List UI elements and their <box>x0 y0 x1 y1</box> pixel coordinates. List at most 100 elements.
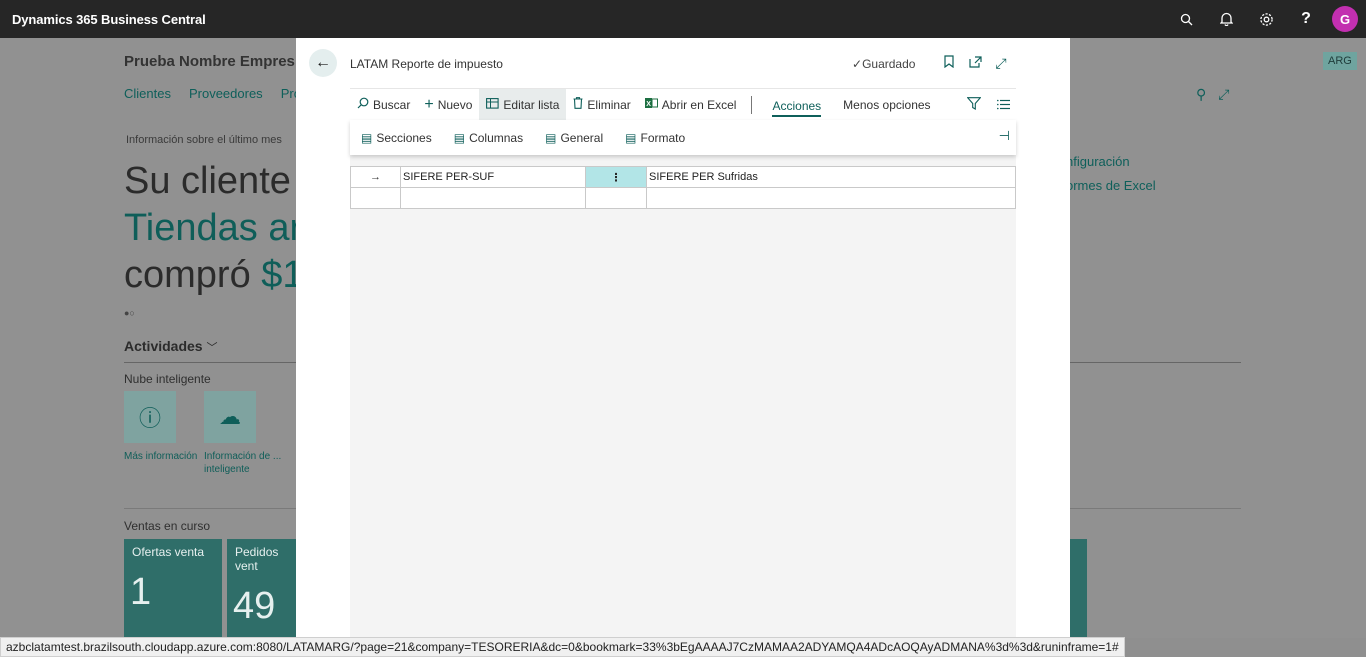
app-header: Dynamics 365 Business Central ? G <box>0 0 1366 38</box>
open-in-excel-button[interactable]: X Abrir en Excel <box>638 89 744 121</box>
search-icon[interactable] <box>1166 0 1206 38</box>
headline: Su cliente Tiendas ar compró $1 <box>124 158 304 299</box>
arrow-left-icon: ← <box>315 54 331 71</box>
open-in-excel-label: Abrir en Excel <box>661 97 737 112</box>
open-new-window-icon[interactable] <box>968 55 982 72</box>
divider <box>1070 508 1241 509</box>
toolbar-separator <box>751 95 753 114</box>
nube-heading: Nube inteligente <box>124 372 211 386</box>
bookmark-icon[interactable] <box>942 55 956 72</box>
list-page-dialog: ← LATAM Reporte de impuesto ✓Guardado ⤢ … <box>296 38 1070 638</box>
pin-icon[interactable]: ⚲ <box>1196 86 1206 103</box>
tile-label-line: Información de ... <box>204 451 282 462</box>
insight-label: Información sobre el último mes <box>126 134 282 146</box>
row-indicator[interactable] <box>350 187 401 209</box>
action-bar: Buscar + Nuevo Editar lista Eliminar X A… <box>350 88 1016 121</box>
tile-label-line: inteligente <box>204 464 250 475</box>
divider <box>124 508 296 509</box>
list-area: → SIFERE PER-SUF ⋮ SIFERE PER Sufridas <box>350 155 1016 638</box>
actividades-heading[interactable]: Actividades ﹀ <box>124 338 217 355</box>
page-title: LATAM Reporte de impuesto <box>350 57 503 71</box>
svg-text:X: X <box>646 101 651 108</box>
columns-button[interactable]: ▤ Columnas <box>443 131 534 145</box>
delete-button-label: Eliminar <box>587 97 631 112</box>
code-cell[interactable] <box>400 187 586 209</box>
delete-button[interactable]: Eliminar <box>566 89 637 121</box>
company-name: Prueba Nombre Empres <box>124 53 295 70</box>
cue-title: Ofertas venta <box>132 545 205 559</box>
back-button[interactable]: ← <box>309 49 337 77</box>
chevron-down-icon: ﹀ <box>206 342 218 354</box>
headline-line3-text: compró <box>124 254 262 296</box>
new-button[interactable]: + Nuevo <box>417 89 479 121</box>
cue-ofertas-venta[interactable]: Ofertas venta 1 <box>124 539 222 638</box>
general-button[interactable]: ▤ General <box>534 131 614 145</box>
bell-icon[interactable] <box>1206 0 1246 38</box>
headline-pager[interactable]: ●○ <box>124 308 135 318</box>
divider <box>1070 362 1241 363</box>
app-brand[interactable]: Dynamics 365 Business Central <box>12 12 206 27</box>
save-status-label: Guardado <box>862 57 916 71</box>
headline-line3: compró $1 <box>124 252 304 299</box>
row-menu-button[interactable] <box>585 187 647 209</box>
link-configuracion[interactable]: nfiguración <box>1066 154 1130 169</box>
more-vertical-icon: ⋮ <box>610 171 622 184</box>
description-cell[interactable]: SIFERE PER Sufridas <box>646 166 1016 188</box>
country-badge: ARG <box>1323 52 1357 70</box>
row-indicator[interactable]: → <box>350 166 401 188</box>
save-status: ✓Guardado <box>852 57 915 71</box>
cue-title: Pedidos vent <box>235 545 279 573</box>
columns-icon: ▤ <box>453 130 466 145</box>
format-button[interactable]: ▤ Formato <box>614 131 696 145</box>
headline-line1: Su cliente <box>124 160 291 202</box>
search-button[interactable]: Buscar <box>350 89 417 121</box>
edit-list-button-label: Editar lista <box>503 97 560 112</box>
divider <box>124 362 296 363</box>
code-cell[interactable]: SIFERE PER-SUF <box>400 166 586 188</box>
nav-clientes[interactable]: Clientes <box>124 86 171 101</box>
user-avatar[interactable]: G <box>1332 6 1358 32</box>
cloud-icon: ☁ <box>219 404 241 429</box>
actividades-label: Actividades <box>124 338 203 354</box>
gear-icon[interactable] <box>1246 0 1286 38</box>
plus-icon: + <box>424 95 434 113</box>
list-view-icon[interactable] <box>997 97 1010 113</box>
edit-list-button[interactable]: Editar lista <box>479 88 567 121</box>
tile-label[interactable]: Información de ... inteligente <box>204 450 281 476</box>
report-list: → SIFERE PER-SUF ⋮ SIFERE PER Sufridas <box>350 166 1016 209</box>
sections-icon: ▤ <box>361 130 373 145</box>
excel-icon: X <box>644 97 658 112</box>
cue-pedidos-venta[interactable]: Pedidos vent 49 <box>227 539 296 638</box>
trash-icon <box>573 97 583 112</box>
role-center-actions: ⚲ ⤢ <box>1196 86 1229 103</box>
cue-value: 1 <box>130 571 152 613</box>
info-tile[interactable]: ⓘ <box>124 391 176 443</box>
fewer-options-button[interactable]: Menos opciones <box>843 98 930 112</box>
status-url: azbclatamtest.brazilsouth.cloudapp.azure… <box>0 637 1125 657</box>
checkmark-icon: ✓ <box>852 57 863 71</box>
headline-line2[interactable]: Tiendas ar <box>124 205 304 252</box>
row-menu-button[interactable]: ⋮ <box>585 166 647 188</box>
table-row[interactable] <box>350 187 1016 209</box>
help-icon[interactable]: ? <box>1286 0 1326 38</box>
link-informes-excel[interactable]: ormes de Excel <box>1066 178 1156 193</box>
cue-value: 49 <box>233 585 276 627</box>
cloud-tile[interactable]: ☁ <box>204 391 256 443</box>
search-icon <box>357 97 369 112</box>
general-label: General <box>560 130 604 145</box>
filter-icon[interactable] <box>966 97 982 113</box>
tile-label[interactable]: Más información <box>124 450 197 463</box>
expand-icon[interactable]: ⤢ <box>994 55 1008 72</box>
nav-proveedores[interactable]: Proveedores <box>189 86 263 101</box>
search-button-label: Buscar <box>373 97 411 112</box>
description-cell[interactable] <box>646 187 1016 209</box>
edit-list-icon <box>486 97 500 112</box>
info-icon: ⓘ <box>138 406 161 431</box>
cue-partial[interactable] <box>1070 539 1087 638</box>
tab-acciones[interactable]: Acciones <box>772 97 822 117</box>
table-row[interactable]: → SIFERE PER-SUF ⋮ SIFERE PER Sufridas <box>350 166 1016 188</box>
pin-icon[interactable]: ⊣ <box>999 128 1010 144</box>
toolbar-right-actions <box>966 89 1010 121</box>
expand-icon[interactable]: ⤢ <box>1218 86 1229 103</box>
sections-button[interactable]: ▤ Secciones <box>350 131 443 145</box>
